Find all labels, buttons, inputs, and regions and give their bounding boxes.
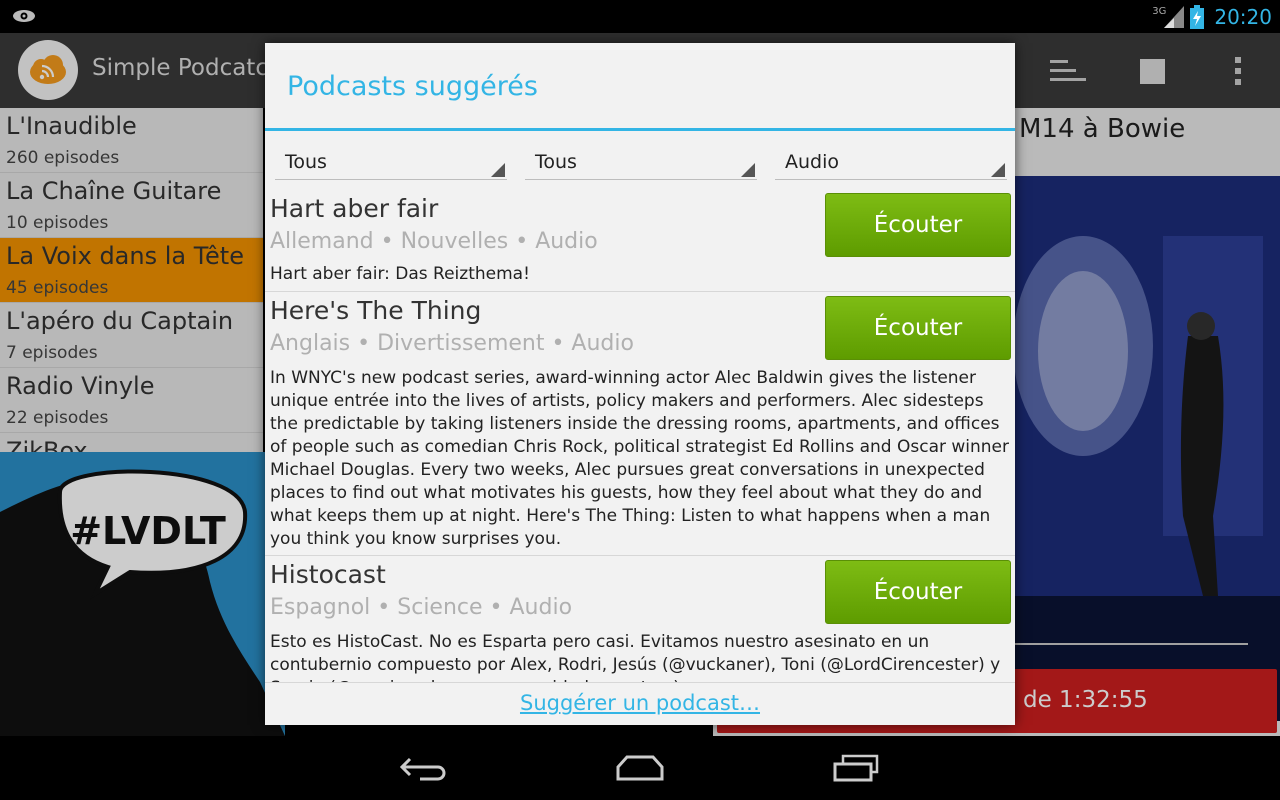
category-filter-select[interactable]: Tous — [525, 146, 757, 180]
language-filter-value: Tous — [285, 151, 327, 173]
dialog-title: Podcasts suggérés — [287, 71, 538, 102]
suggestion-title: Here's The Thing — [270, 296, 482, 325]
dialog-title-divider — [265, 128, 1015, 131]
suggestion-meta: Allemand • Nouvelles • Audio — [270, 229, 598, 254]
status-right: 3G 20:20 — [1152, 3, 1272, 31]
suggest-podcast-link[interactable]: Suggérer un podcast… — [265, 691, 1015, 715]
dropdown-arrow-icon — [741, 163, 755, 177]
suggestion-list[interactable]: Hart aber fair Allemand • Nouvelles • Au… — [265, 190, 1015, 682]
clock: 20:20 — [1214, 5, 1272, 29]
suggestion-meta: Espagnol • Science • Audio — [270, 595, 573, 620]
recent-apps-icon[interactable] — [826, 748, 886, 788]
status-bar: 3G 20:20 — [0, 0, 1280, 33]
navigation-bar — [0, 736, 1280, 800]
network-type: 3G — [1152, 5, 1167, 17]
suggestion-meta: Anglais • Divertissement • Audio — [270, 331, 634, 356]
listen-button[interactable]: Écouter — [825, 560, 1011, 624]
suggestion-description: In WNYC's new podcast series, award-winn… — [270, 368, 1010, 549]
eye-notification-icon — [13, 10, 35, 22]
type-filter-select[interactable]: Audio — [775, 146, 1007, 180]
listen-button[interactable]: Écouter — [825, 193, 1011, 257]
suggestion-item: Histocast Espagnol • Science • Audio Est… — [265, 556, 1015, 682]
dropdown-arrow-icon — [491, 163, 505, 177]
suggestion-item: Here's The Thing Anglais • Divertissemen… — [265, 292, 1015, 556]
listen-button[interactable]: Écouter — [825, 296, 1011, 360]
dropdown-arrow-icon — [991, 163, 1005, 177]
signal-icon — [1164, 6, 1185, 28]
dialog-footer: Suggérer un podcast… — [265, 682, 1015, 725]
type-filter-value: Audio — [785, 151, 840, 173]
language-filter-select[interactable]: Tous — [275, 146, 507, 180]
suggestion-description: Esto es HistoCast. No es Esparta pero ca… — [270, 632, 1001, 682]
category-filter-value: Tous — [535, 151, 577, 173]
battery-charging-icon — [1190, 5, 1205, 29]
suggested-podcasts-dialog: Podcasts suggérés Tous Tous Audio Hart a… — [265, 43, 1015, 725]
android-screen: 3G 20:20 Simple Podcatcher L'Inaudible 2… — [0, 0, 1280, 800]
suggestion-description: Hart aber fair: Das Reizthema! — [270, 264, 530, 284]
suggestion-title: Histocast — [270, 560, 386, 589]
back-icon[interactable] — [394, 748, 454, 788]
suggestion-title: Hart aber fair — [270, 194, 439, 223]
home-icon[interactable] — [610, 748, 670, 788]
suggestion-item: Hart aber fair Allemand • Nouvelles • Au… — [265, 190, 1015, 292]
